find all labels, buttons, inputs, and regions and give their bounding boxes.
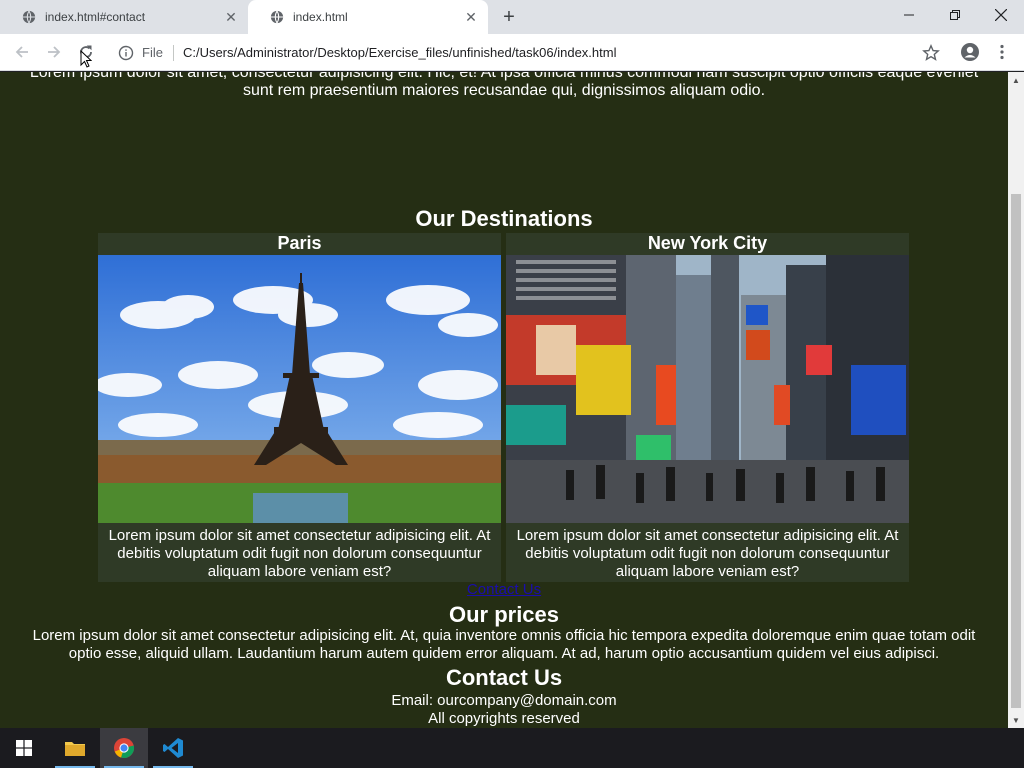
browser-toolbar: File C:/Users/Administrator/Desktop/Exer…	[0, 34, 1024, 71]
restore-icon	[950, 10, 960, 20]
menu-button[interactable]	[990, 40, 1014, 64]
tab-strip: index.html#contact ✕ index.html ✕ +	[0, 0, 1024, 34]
chrome-icon	[114, 738, 135, 758]
start-button[interactable]	[0, 728, 48, 768]
mouse-cursor-icon	[80, 50, 92, 68]
destination-card-paris: Paris Lorem ipsum dolor sit amet consect…	[98, 233, 501, 582]
file-explorer-icon	[65, 742, 85, 756]
vscode-icon	[163, 738, 183, 758]
destination-description: Lorem ipsum dolor sit amet consectetur a…	[108, 527, 491, 580]
globe-icon	[22, 10, 36, 24]
back-button[interactable]	[10, 40, 34, 64]
restore-button[interactable]	[932, 0, 978, 30]
intro-line: Lorem ipsum dolor sit amet, consectetur …	[29, 72, 979, 81]
prices-line: Lorem ipsum dolor sit amet consectetur a…	[32, 627, 976, 644]
prices-paragraph: Lorem ipsum dolor sit amet consectetur a…	[0, 627, 1008, 663]
contact-email: Email: ourcompany@domain.com	[391, 692, 617, 709]
page-viewport: Lorem ipsum dolor sit amet, consectetur …	[0, 72, 1008, 728]
destinations-heading: Our Destinations	[415, 206, 593, 231]
tab-index-html[interactable]: index.html ✕	[248, 0, 488, 34]
profile-button[interactable]	[958, 40, 982, 64]
address-bar[interactable]: File C:/Users/Administrator/Desktop/Exer…	[108, 38, 950, 67]
destination-name: Paris	[277, 233, 322, 253]
prices-heading: Our prices	[448, 602, 560, 627]
paris-eiffel-tower-image	[98, 255, 501, 523]
forward-button[interactable]	[42, 40, 66, 64]
new-york-times-square-image	[506, 255, 909, 523]
taskbar-file-explorer[interactable]	[51, 728, 99, 768]
star-icon[interactable]	[922, 44, 940, 62]
close-window-button[interactable]	[978, 0, 1024, 30]
arrow-left-icon	[15, 46, 28, 58]
close-icon	[995, 9, 1007, 21]
destination-description: Lorem ipsum dolor sit amet consectetur a…	[516, 527, 899, 580]
minimize-icon	[904, 14, 914, 16]
intro-paragraph: Lorem ipsum dolor sit amet, consectetur …	[0, 72, 1008, 100]
account-icon	[961, 43, 979, 61]
contact-us-link[interactable]: Contact Us	[0, 581, 1008, 598]
tab-index-contact[interactable]: index.html#contact ✕	[0, 0, 248, 34]
windows-taskbar	[0, 728, 1024, 768]
new-tab-button[interactable]: +	[498, 6, 520, 28]
taskbar-chrome[interactable]	[100, 728, 148, 768]
scheme-label: File	[142, 45, 163, 60]
tab-title: index.html	[293, 10, 348, 24]
page-scrollbar[interactable]: ▲ ▼	[1008, 72, 1024, 728]
minimize-button[interactable]	[886, 0, 932, 30]
scroll-up-button[interactable]: ▲	[1008, 72, 1024, 88]
prices-line: optio esse, aliquid ullam. Laudantium ha…	[68, 645, 940, 662]
intro-line: sunt rem praesentium maiores recusandae …	[242, 82, 766, 99]
contact-heading: Contact Us	[445, 665, 563, 690]
url-text[interactable]: C:/Users/Administrator/Desktop/Exercise_…	[183, 45, 617, 60]
address-divider	[172, 44, 174, 61]
globe-icon	[270, 10, 284, 24]
start-icon	[16, 740, 32, 756]
scroll-down-button[interactable]: ▼	[1008, 712, 1024, 728]
info-icon[interactable]	[118, 45, 134, 61]
more-vert-icon	[1000, 44, 1004, 60]
close-icon[interactable]: ✕	[463, 9, 479, 25]
destination-card-new-york-city: New York City Lorem ipsum dolor sit amet…	[506, 233, 909, 582]
arrow-right-icon	[48, 46, 61, 58]
copyright-text: All copyrights reserved	[428, 710, 580, 727]
taskbar-vscode[interactable]	[149, 728, 197, 768]
scroll-thumb[interactable]	[1011, 194, 1021, 708]
tab-title: index.html#contact	[45, 10, 146, 24]
destination-name: New York City	[647, 233, 768, 253]
close-icon[interactable]: ✕	[223, 9, 239, 25]
